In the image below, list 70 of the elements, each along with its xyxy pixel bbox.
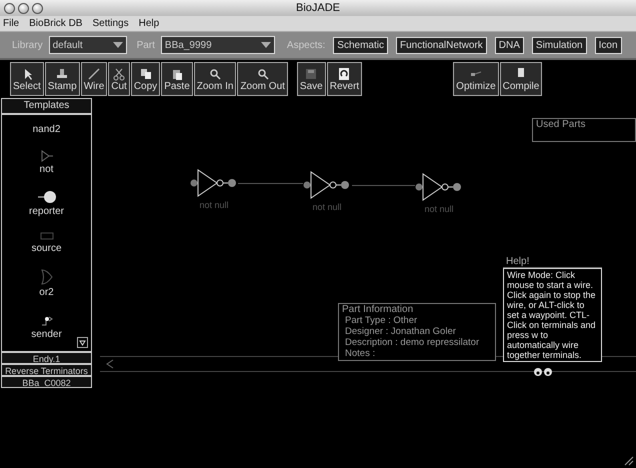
scissors-icon xyxy=(112,66,126,80)
template-item[interactable]: reporter xyxy=(28,206,64,217)
toolbar-button[interactable]: Save xyxy=(296,62,326,96)
template-item[interactable]: source xyxy=(31,243,62,254)
line-icon xyxy=(86,66,101,80)
or-gate-icon xyxy=(40,268,54,285)
part-info-line: Description : demo repressilator xyxy=(344,337,480,348)
used-parts-title: Used Parts xyxy=(535,119,586,130)
gate-label: not null xyxy=(199,200,229,210)
part-label: Part xyxy=(136,40,155,50)
library-dropdown[interactable]: default xyxy=(48,36,127,54)
toolbar-button[interactable]: Zoom In xyxy=(194,62,236,96)
gate-label: not null xyxy=(424,204,454,214)
inverter-gate-drawing xyxy=(415,172,463,204)
menu-item[interactable]: BioBrick DB xyxy=(29,18,82,29)
aspect-button[interactable]: DNA xyxy=(494,36,524,54)
part-info-line: Designer : Jonathan Goler xyxy=(344,326,457,337)
template-item[interactable]: or2 xyxy=(39,286,54,298)
template-item[interactable]: nand2 xyxy=(32,124,60,136)
aspect-button[interactable]: Simulation xyxy=(532,36,587,54)
aspect-button[interactable]: FunctionalNetwork xyxy=(396,36,487,54)
inverter-gate-drawing xyxy=(190,168,238,200)
window-control-button[interactable] xyxy=(32,2,43,14)
library-label: Library xyxy=(12,40,43,50)
toolbar-button[interactable]: Stamp xyxy=(44,62,80,96)
menu-item[interactable]: Settings xyxy=(92,18,129,29)
toolbar-button[interactable]: Wire xyxy=(80,62,108,96)
library-item[interactable]: Reverse Terminators xyxy=(1,364,92,376)
toolbar-button[interactable]: Copy xyxy=(130,62,160,96)
gate-label: not null xyxy=(312,202,342,212)
caret-icon xyxy=(112,42,123,48)
toolbar-button[interactable]: Optimize xyxy=(453,62,499,96)
toolbar-button[interactable]: Cut xyxy=(108,62,130,96)
part-dropdown[interactable]: BBa_9999 xyxy=(160,36,275,54)
window-title: BioJADE xyxy=(296,2,340,14)
source-icon xyxy=(40,231,54,242)
menu-item[interactable]: File xyxy=(3,18,20,29)
aspect-button[interactable]: Schematic xyxy=(333,36,388,54)
toolbar-button[interactable]: Select xyxy=(10,62,44,96)
part-info-line: Part Type : Other xyxy=(344,315,418,326)
window-control-button[interactable] xyxy=(18,2,29,14)
part-info-line: Notes : xyxy=(344,348,376,359)
scroll-left-icon[interactable] xyxy=(106,359,114,369)
library-item[interactable]: BBa_C0082 xyxy=(1,376,92,388)
magnifier-icon xyxy=(208,66,222,80)
toolbar-button[interactable]: Zoom Out xyxy=(237,62,288,96)
library-item[interactable]: Endy.1 xyxy=(1,352,92,364)
help-text: Wire Mode: Click mouse to start a wire. Click again to stop the wire, or ALT-click to set a waypoint. CTL-Click on terminals and press w to automatically wire together terminals. xyxy=(503,268,602,362)
reporter-icon xyxy=(36,190,56,204)
template-item[interactable]: not xyxy=(40,164,54,175)
scroll-down-icon[interactable] xyxy=(77,337,88,348)
caret-icon xyxy=(260,42,271,48)
copy-icon xyxy=(138,66,152,80)
revert-icon xyxy=(337,66,352,80)
part-info-title: Part Information xyxy=(341,304,414,315)
templates-title: Templates xyxy=(2,99,91,115)
stamp-icon xyxy=(55,66,70,80)
resize-grip-icon[interactable] xyxy=(622,454,634,466)
aspects-label: Aspects: xyxy=(286,40,326,50)
menu-item[interactable]: Help xyxy=(138,18,160,29)
window-control-button[interactable] xyxy=(4,2,15,14)
toolbar-button[interactable]: Compile xyxy=(500,62,542,96)
template-item[interactable]: sender xyxy=(31,328,62,340)
toolbar-button[interactable]: Revert xyxy=(326,62,362,96)
help-title: Help! xyxy=(503,256,602,268)
inverter-gate-drawing xyxy=(303,170,351,202)
inverter-icon xyxy=(40,150,54,162)
toolbar-button[interactable]: Paste xyxy=(161,62,193,96)
magnifier-icon xyxy=(256,66,270,80)
aspect-button[interactable]: Icon xyxy=(594,36,622,54)
